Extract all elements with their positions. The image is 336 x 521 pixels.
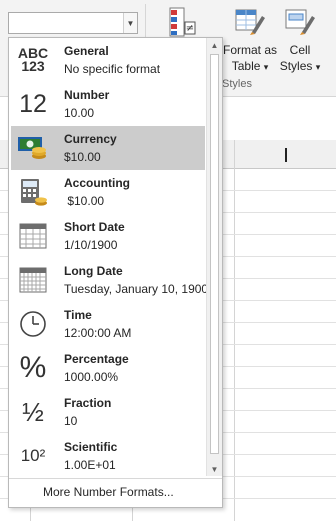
format-example: 1.00E+01 [64,458,116,472]
number-format-combo[interactable]: ▼ [8,12,138,34]
format-as-table-icon [220,6,280,40]
format-example: 10 [64,414,78,428]
time-clock-icon [17,308,49,340]
chevron-down-icon[interactable]: ▼ [123,13,137,33]
format-example: No specific format [64,62,161,76]
format-as-table-label-1: Format as [222,43,277,57]
number-icon-text: 12 [19,89,47,118]
format-example: 12:00:00 AM [64,326,132,340]
dropdown-divider [9,478,222,479]
scroll-thumb[interactable] [210,54,219,454]
dropdown-scrollbar[interactable]: ▲ ▼ [206,38,222,476]
format-example: $10.00 [64,194,105,208]
format-item-short-date[interactable]: Short Date 1/10/1900 [11,214,205,258]
short-date-calendar-icon [17,220,49,252]
cell-styles-label-2: Styles [279,59,313,73]
svg-text:≠: ≠ [186,23,194,34]
format-example: 1/10/1900 [64,238,118,252]
grid-line [234,140,235,521]
scroll-up-arrow-icon[interactable]: ▲ [207,38,222,52]
format-item-currency[interactable]: Currency $10.00 [11,126,205,170]
number-12-icon: 12 [17,88,49,120]
currency-icon [17,132,49,164]
conditional-formatting-icon[interactable]: ≠ [166,6,198,38]
format-name: Short Date [64,220,125,234]
format-item-percentage[interactable]: % Percentage 1000.00% [11,346,205,390]
text-cursor [285,148,287,162]
format-name: Number [64,88,110,102]
cell-styles-icon [278,6,322,40]
format-as-table-button[interactable]: Format as Table ▾ [220,6,280,75]
format-name: Long Date [64,264,123,278]
accounting-calculator-icon [17,176,49,208]
format-name: General [64,44,109,58]
general-abc-123-icon: ABC 123 [17,44,49,76]
more-number-formats-link[interactable]: More Number Formats... [43,485,174,499]
format-name: Fraction [64,396,112,410]
fraction-icon-text: ½ [22,396,44,427]
format-item-fraction[interactable]: ½ Fraction 10 [11,390,205,434]
format-item-accounting[interactable]: Accounting $10.00 [11,170,205,214]
cell-styles-caret: ▾ [315,62,321,72]
format-example: 1000.00% [64,370,119,384]
format-name: Percentage [64,352,129,366]
format-name: Time [64,308,92,322]
general-icon-bottom: 123 [21,58,45,74]
format-example: $10.00 [64,150,101,164]
format-item-general[interactable]: ABC 123 General No specific format [11,38,205,82]
long-date-calendar-icon [17,264,49,296]
percentage-icon-text: % [19,351,47,384]
scroll-down-arrow-icon[interactable]: ▼ [207,462,222,476]
scientific-icon-text: 10² [20,446,46,465]
percentage-icon: % [17,351,49,384]
format-as-table-caret: ▾ [263,62,269,72]
fraction-icon: ½ [17,396,49,428]
format-example: 10.00 [64,106,95,120]
format-example: Tuesday, January 10, 1900 [64,282,209,296]
number-format-dropdown: ABC 123 General No specific format 12 Nu… [8,37,223,508]
styles-group-label: Styles [222,78,252,90]
cell-styles-button[interactable]: Cell Styles ▾ [278,6,322,75]
format-as-table-label-2: Table [231,59,261,73]
cell-styles-label-1: Cell [289,43,311,57]
format-name: Currency [64,132,117,146]
format-item-number[interactable]: 12 Number 10.00 [11,82,205,126]
scientific-icon: 10² [17,440,49,472]
format-item-scientific[interactable]: 10² Scientific 1.00E+01 [11,434,205,478]
format-name: Scientific [64,440,118,454]
format-item-time[interactable]: Time 12:00:00 AM [11,302,205,346]
format-item-long-date[interactable]: Long Date Tuesday, January 10, 1900 [11,258,209,302]
format-name: Accounting [64,176,130,190]
